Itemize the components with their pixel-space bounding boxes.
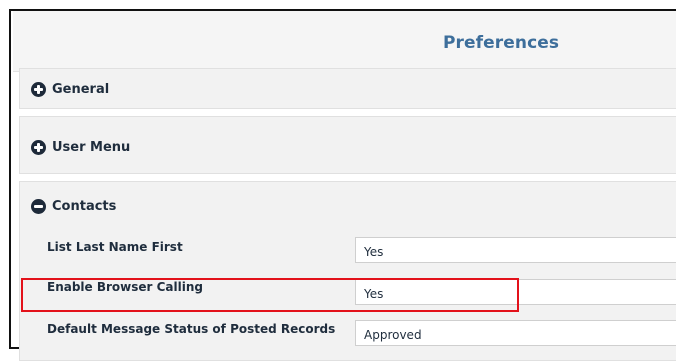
minus-circle-icon[interactable] [31, 198, 46, 214]
section-general-header[interactable]: General [31, 79, 109, 99]
section-user-menu-title[interactable]: User Menu [52, 140, 130, 155]
plus-circle-icon[interactable] [31, 139, 46, 155]
section-general-title[interactable]: General [52, 82, 109, 97]
default-message-status-select[interactable]: Approved [355, 320, 676, 346]
list-last-name-first-select[interactable]: Yes [355, 237, 676, 263]
section-contacts-title[interactable]: Contacts [52, 199, 116, 214]
section-user-menu-header[interactable]: User Menu [31, 137, 130, 157]
page-title: Preferences [443, 33, 560, 53]
list-last-name-first-label: List Last Name First [47, 240, 183, 254]
highlight-box [21, 278, 519, 312]
section-user-menu[interactable]: User Menu [19, 116, 676, 174]
plus-circle-icon[interactable] [31, 81, 46, 97]
section-contacts-header[interactable]: Contacts [31, 196, 116, 216]
section-general[interactable]: General [19, 68, 676, 109]
preferences-header: Preferences [13, 11, 676, 72]
default-message-status-label: Default Message Status of Posted Records [47, 322, 336, 336]
